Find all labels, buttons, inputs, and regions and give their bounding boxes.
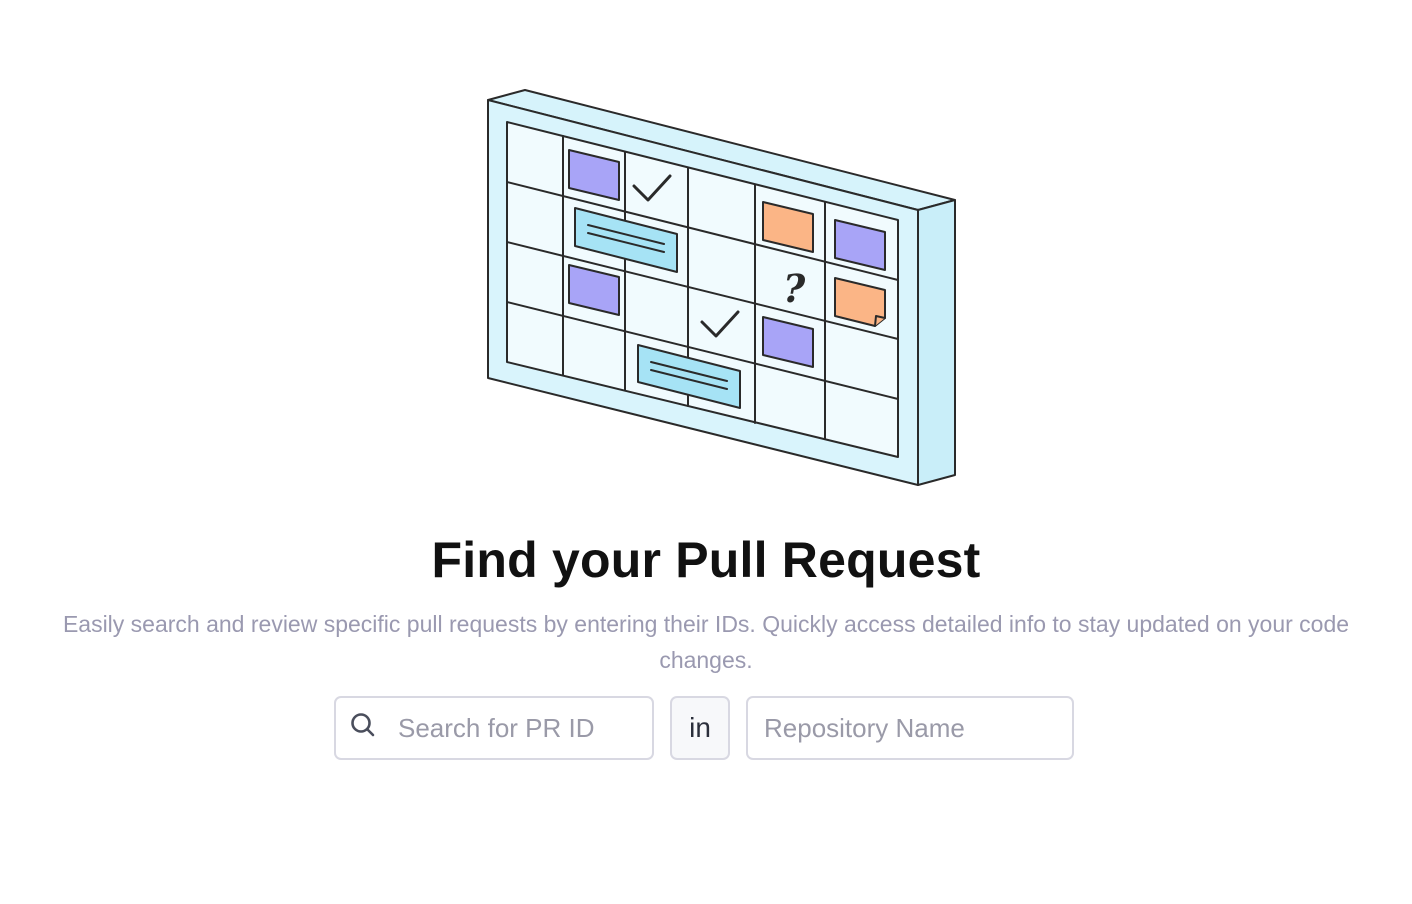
- pr-id-search-field[interactable]: [334, 696, 654, 760]
- in-connector-label: in: [670, 696, 730, 760]
- page-description: Easily search and review specific pull r…: [62, 611, 1350, 673]
- pr-search-empty-state: ? Find your Pull Request Easily search a…: [0, 0, 1412, 904]
- pr-id-input[interactable]: [398, 712, 652, 744]
- search-icon: [351, 713, 375, 737]
- search-bar: in: [334, 696, 1074, 760]
- kanban-board-illustration: ?: [487, 89, 956, 486]
- board-side-edge: [917, 199, 956, 486]
- repository-name-field[interactable]: [746, 696, 1074, 760]
- page-title: Find your Pull Request: [431, 532, 981, 588]
- question-mark-icon: ?: [783, 266, 806, 311]
- repository-name-input[interactable]: [764, 712, 1072, 744]
